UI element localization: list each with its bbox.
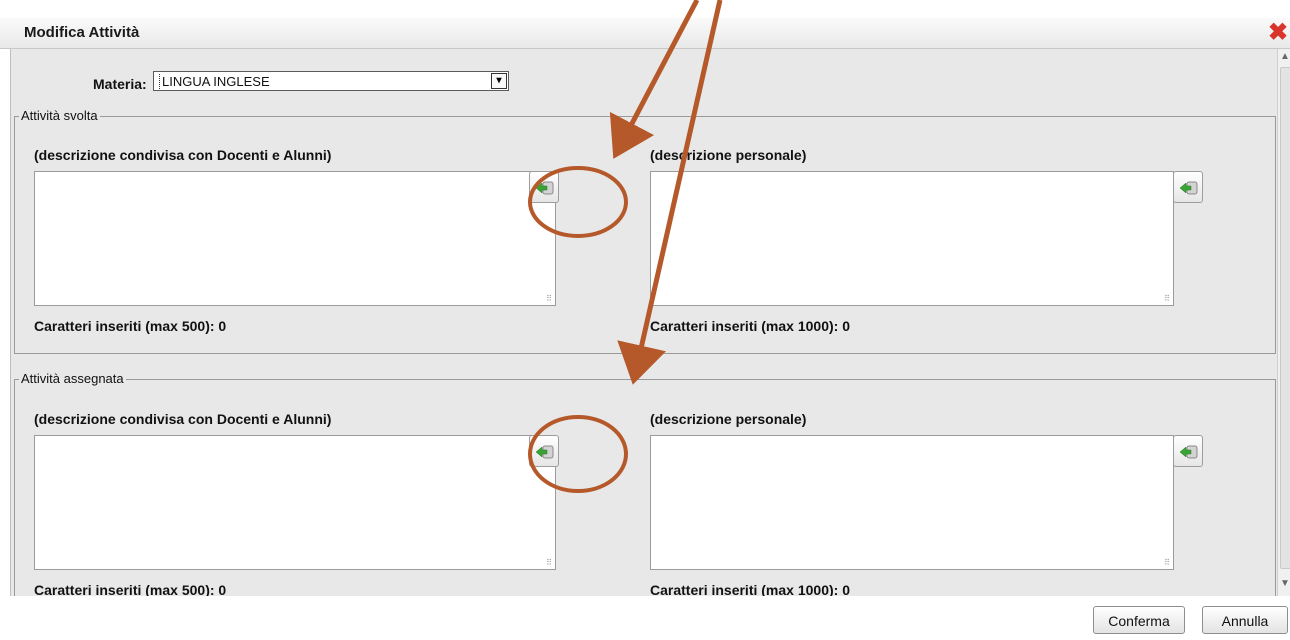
assegnata-personal-textarea[interactable]: ⠿ [650,435,1174,570]
resize-grip-icon[interactable]: ⠿ [1164,294,1170,303]
materia-select[interactable]: LINGUA INGLESE ▾ [153,71,509,91]
materia-value: LINGUA INGLESE [159,74,270,89]
svolta-shared-import-button[interactable] [529,171,559,203]
confirm-button[interactable]: Conferma [1093,606,1185,634]
svolta-personal-label: (descrizione personale) [650,147,807,163]
dialog-title: Modifica Attività [24,24,140,41]
import-arrow-icon [535,445,554,459]
cancel-button[interactable]: Annulla [1202,606,1288,634]
scroll-down-icon[interactable]: ▼ [1280,578,1290,589]
resize-grip-icon[interactable]: ⠿ [546,558,552,567]
legend-attivita-svolta: Attività svolta [19,108,100,123]
chevron-down-icon[interactable]: ▾ [491,73,507,89]
assegnata-personal-label: (descrizione personale) [650,411,807,427]
svolta-shared-label: (descrizione condivisa con Docenti e Alu… [34,147,332,163]
scroll-thumb[interactable] [1280,67,1290,569]
svolta-personal-textarea[interactable]: ⠿ [650,171,1174,306]
vertical-scrollbar[interactable]: ▲ ▼ [1277,49,1290,596]
legend-attivita-assegnata: Attività assegnata [19,371,126,386]
svolta-shared-count: Caratteri inseriti (max 500): 0 [34,318,227,334]
svolta-personal-import-button[interactable] [1173,171,1203,203]
dialog-titlebar: Modifica Attività ✖ [0,18,1290,49]
import-arrow-icon [535,181,554,195]
resize-grip-icon[interactable]: ⠿ [546,294,552,303]
materia-label: Materia: [93,76,147,92]
svolta-personal-count: Caratteri inseriti (max 1000): 0 [650,318,850,334]
assegnata-shared-textarea[interactable]: ⠿ [34,435,556,570]
assegnata-personal-import-button[interactable] [1173,435,1203,467]
import-arrow-icon [1179,181,1198,195]
assegnata-personal-count: Caratteri inseriti (max 1000): 0 [650,582,850,596]
assegnata-shared-count: Caratteri inseriti (max 500): 0 [34,582,227,596]
import-arrow-icon [1179,445,1198,459]
scroll-up-icon[interactable]: ▲ [1280,51,1290,62]
resize-grip-icon[interactable]: ⠿ [1164,558,1170,567]
dialog-content: Materia: LINGUA INGLESE ▾ Attività svolt… [10,49,1278,596]
assegnata-shared-label: (descrizione condivisa con Docenti e Alu… [34,411,332,427]
close-icon[interactable]: ✖ [1268,21,1288,45]
svolta-shared-textarea[interactable]: ⠿ [34,171,556,306]
assegnata-shared-import-button[interactable] [529,435,559,467]
